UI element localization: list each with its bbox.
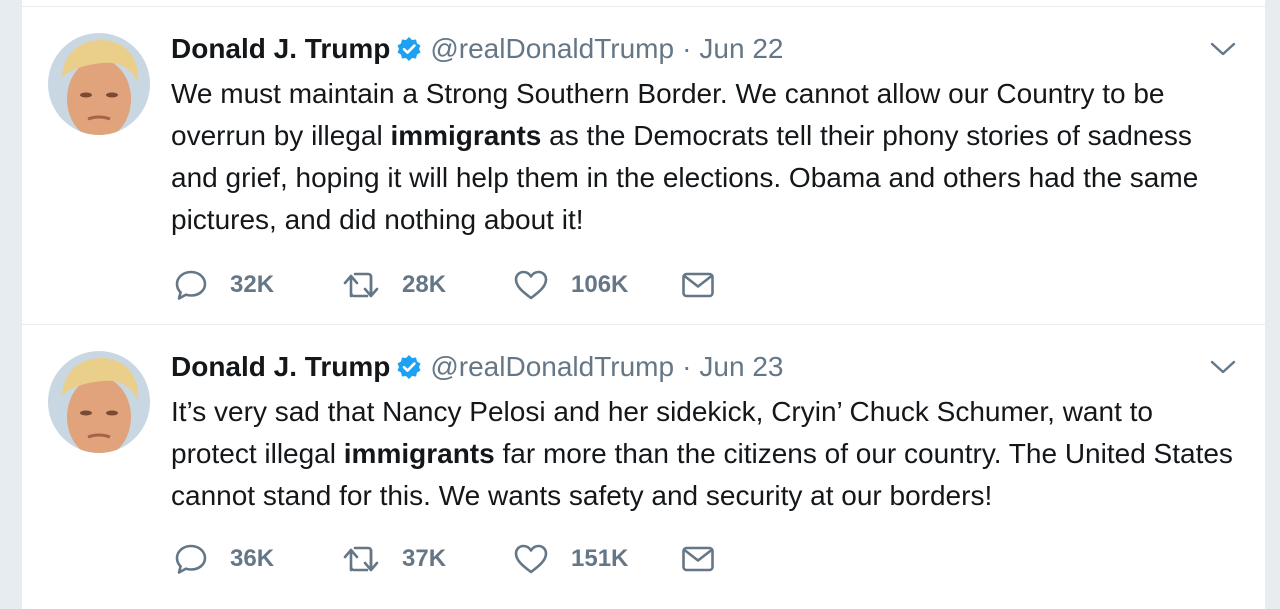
tweet[interactable]: Donald J. Trump @realDonaldTrump · Jun 2… bbox=[22, 6, 1265, 324]
author-name[interactable]: Donald J. Trump bbox=[171, 351, 390, 383]
like-button[interactable]: 151K bbox=[513, 543, 681, 575]
retweet-icon bbox=[342, 269, 380, 301]
header-separator: · bbox=[682, 33, 692, 64]
retweet-count: 37K bbox=[402, 545, 447, 572]
hashtag-highlight: immigrants bbox=[390, 120, 542, 151]
reply-button[interactable]: 36K bbox=[174, 543, 342, 575]
heart-icon bbox=[513, 269, 549, 301]
reply-icon bbox=[174, 269, 208, 301]
chevron-down-icon[interactable] bbox=[1209, 39, 1237, 59]
chevron-down-icon[interactable] bbox=[1209, 357, 1237, 377]
retweet-button[interactable]: 28K bbox=[342, 269, 513, 301]
retweet-count: 28K bbox=[402, 271, 447, 298]
timeline: Donald J. Trump @realDonaldTrump · Jun 2… bbox=[22, 0, 1265, 609]
reply-icon bbox=[174, 543, 208, 575]
retweet-icon bbox=[342, 543, 380, 575]
header-separator: · bbox=[682, 351, 692, 382]
direct-message-button[interactable] bbox=[681, 544, 715, 574]
like-count: 151K bbox=[571, 545, 629, 572]
author-username[interactable]: @realDonaldTrump bbox=[430, 351, 674, 383]
envelope-icon bbox=[681, 270, 715, 300]
tweet-actions: 36K 37K 151K bbox=[174, 539, 715, 579]
tweet-header: Donald J. Trump @realDonaldTrump · Jun 2… bbox=[171, 349, 783, 385]
heart-icon bbox=[513, 543, 549, 575]
tweet-actions: 32K 28K 106K bbox=[174, 265, 715, 305]
envelope-icon bbox=[681, 544, 715, 574]
reply-button[interactable]: 32K bbox=[174, 269, 342, 301]
reply-count: 36K bbox=[230, 545, 275, 572]
tweet-text: It’s very sad that Nancy Pelosi and her … bbox=[171, 391, 1241, 517]
retweet-button[interactable]: 37K bbox=[342, 543, 513, 575]
author-username[interactable]: @realDonaldTrump bbox=[430, 33, 674, 65]
avatar[interactable] bbox=[48, 33, 150, 135]
like-count: 106K bbox=[571, 271, 629, 298]
tweet-header: Donald J. Trump @realDonaldTrump · Jun 2… bbox=[171, 31, 783, 67]
verified-badge-icon bbox=[396, 36, 422, 62]
like-button[interactable]: 106K bbox=[513, 269, 681, 301]
verified-badge-icon bbox=[396, 354, 422, 380]
tweet[interactable]: Donald J. Trump @realDonaldTrump · Jun 2… bbox=[22, 324, 1265, 600]
tweet-text: We must maintain a Strong Southern Borde… bbox=[171, 73, 1241, 241]
direct-message-button[interactable] bbox=[681, 270, 715, 300]
reply-count: 32K bbox=[230, 271, 275, 298]
author-name[interactable]: Donald J. Trump bbox=[171, 33, 390, 65]
tweet-timestamp[interactable]: Jun 23 bbox=[699, 351, 783, 383]
avatar[interactable] bbox=[48, 351, 150, 453]
hashtag-highlight: immigrants bbox=[343, 438, 495, 469]
tweet-timestamp[interactable]: Jun 22 bbox=[699, 33, 783, 65]
